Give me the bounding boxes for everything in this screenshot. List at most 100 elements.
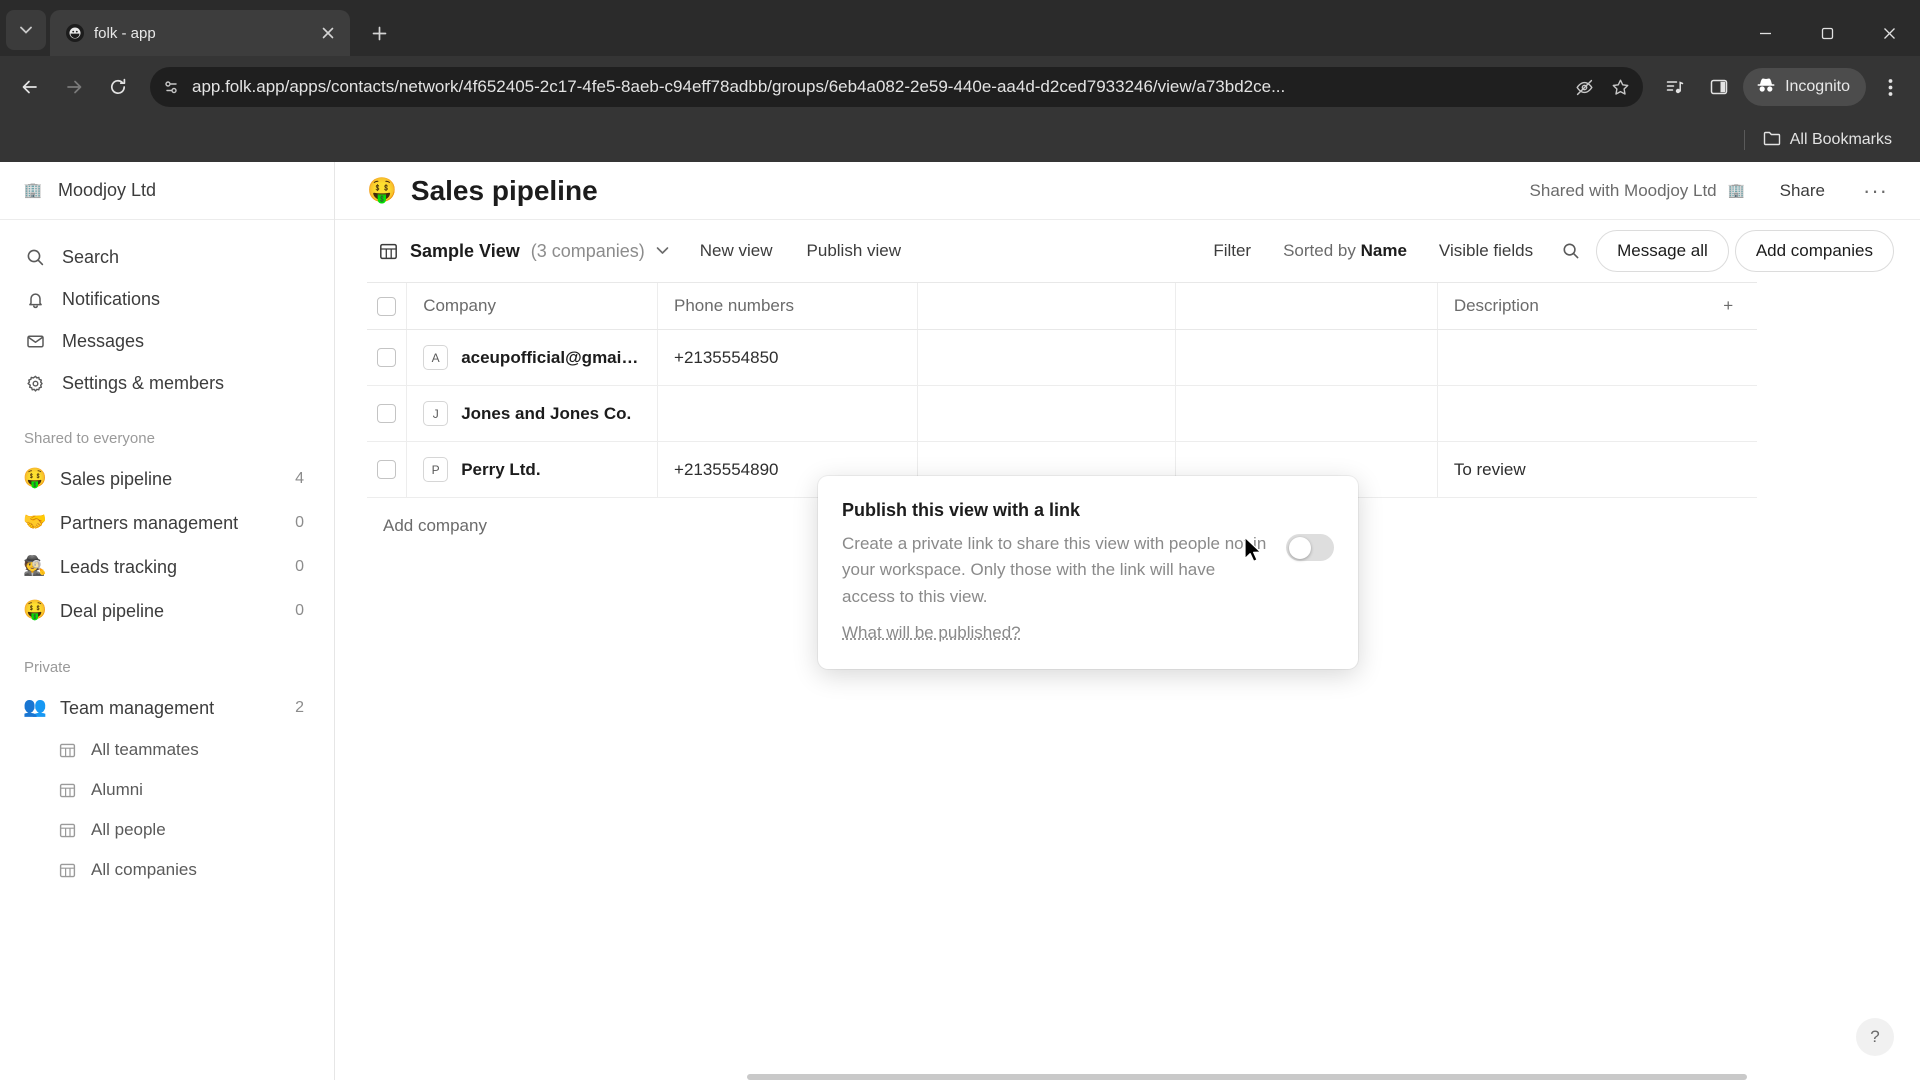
star-icon[interactable] [1605,72,1635,102]
publish-view-button[interactable]: Publish view [794,233,915,269]
sidebar-item-team-management[interactable]: 👥 Team management 2 [14,686,320,730]
publish-view-popover: Publish this view with a link Create a p… [818,476,1358,670]
sidebar-item-messages[interactable]: Messages [14,320,320,362]
select-all-checkbox[interactable] [377,296,397,316]
table-row[interactable]: A aceupofficial@gmail.c... +2135554850 [367,330,1757,386]
what-will-be-published-link[interactable]: What will be published? [842,623,1021,643]
horizontal-scrollbar[interactable] [747,1074,1747,1080]
sidebar-subitem-all-people[interactable]: All people [14,810,320,850]
browser-tab-title: folk - app [94,24,156,42]
search-icon[interactable] [1552,232,1590,270]
add-company-button[interactable]: Add company [367,498,503,554]
cell-description[interactable]: To review [1438,442,1700,497]
bell-icon [24,288,46,310]
sidebar-subitem-all-companies[interactable]: All companies [14,850,320,890]
cell-company[interactable]: P Perry Ltd. [407,442,659,497]
browser-tab[interactable]: folk - app [50,10,350,56]
more-options-button[interactable]: ··· [1857,179,1894,202]
view-record-count: (3 companies) [530,240,645,261]
shared-with-label: Shared with Moodjoy Ltd [1529,180,1717,200]
bookmarks-bar: All Bookmarks [0,118,1920,162]
window-minimize-button[interactable] [1734,10,1796,56]
column-header-phone-numbers[interactable]: Phone numbers [658,283,918,329]
filter-button[interactable]: Filter [1200,233,1264,269]
tab-close-icon[interactable] [316,21,340,45]
row-checkbox[interactable] [377,460,397,479]
add-column-button[interactable]: + [1699,283,1757,329]
forward-button[interactable] [54,67,94,107]
detective-emoji-icon: 🕵️ [23,556,47,577]
cell-phone[interactable] [658,386,918,441]
sidebar-item-count: 4 [295,470,304,487]
company-initial-badge: P [423,457,449,482]
sort-button[interactable]: Sorted by Name [1270,233,1420,269]
app-sidebar: 🏢 Moodjoy Ltd Search Notifications Messa… [0,162,335,1080]
row-select-cell [367,330,408,385]
row-checkbox[interactable] [377,404,397,423]
sidebar-subitem-all-teammates[interactable]: All teammates [14,730,320,770]
cell-description[interactable] [1438,386,1700,441]
cell-col3[interactable] [918,330,1177,385]
sidebar-item-label: Settings & members [62,372,225,393]
kebab-menu-icon[interactable] [1870,67,1910,107]
workspace-switcher[interactable]: 🏢 Moodjoy Ltd [0,162,334,220]
side-panel-icon[interactable] [1699,67,1739,107]
shared-with-indicator[interactable]: Shared with Moodjoy Ltd 🏢 [1530,180,1748,202]
message-all-button[interactable]: Message all [1596,230,1729,272]
cell-company[interactable]: A aceupofficial@gmail.c... [407,330,659,385]
address-bar[interactable]: app.folk.app/apps/contacts/network/4f652… [150,67,1644,107]
sidebar-subitem-label: All teammates [91,740,199,759]
sidebar-item-label: Sales pipeline [60,468,173,489]
eye-off-icon[interactable] [1569,72,1599,102]
row-checkbox[interactable] [377,348,397,367]
column-header-3[interactable] [918,283,1177,329]
media-control-icon[interactable] [1655,67,1695,107]
sidebar-subitem-alumni[interactable]: Alumni [14,770,320,810]
sidebar-subitem-label: All people [91,820,166,839]
view-name: Sample View [410,240,520,261]
sidebar-item-deal-pipeline[interactable]: 🤑 Deal pipeline 0 [14,589,320,633]
share-button[interactable]: Share [1770,174,1835,208]
table-row[interactable]: J Jones and Jones Co. [367,386,1757,442]
sidebar-item-notifications[interactable]: Notifications [14,278,320,320]
gear-icon [24,372,46,394]
column-header-company[interactable]: Company [407,283,659,329]
folder-icon [1763,130,1781,151]
sidebar-item-search[interactable]: Search [14,236,320,278]
browser-tab-strip: folk - app [0,0,1920,56]
sidebar-item-leads-tracking[interactable]: 🕵️ Leads tracking 0 [14,545,320,589]
cell-col4[interactable] [1176,330,1438,385]
all-bookmarks-button[interactable]: All Bookmarks [1755,126,1900,155]
sidebar-item-settings-members[interactable]: Settings & members [14,362,320,404]
incognito-indicator[interactable]: Incognito [1743,68,1866,106]
view-selector[interactable]: Sample View (3 companies) [367,233,679,269]
table-view-icon [377,240,399,262]
sidebar-group-private-label: Private [24,659,71,676]
visible-fields-button[interactable]: Visible fields [1426,233,1546,269]
add-companies-button[interactable]: Add companies [1734,230,1894,272]
cell-phone[interactable]: +2135554850 [658,330,918,385]
column-header-4[interactable] [1176,283,1438,329]
window-close-button[interactable] [1858,10,1920,56]
select-all-cell [367,283,408,329]
page-title-group[interactable]: 🤑 Sales pipeline [367,175,598,207]
cell-col4[interactable] [1176,386,1438,441]
new-view-button[interactable]: New view [687,233,786,269]
new-tab-button[interactable] [362,16,396,50]
row-end-spacer [1699,386,1757,441]
cell-company[interactable]: J Jones and Jones Co. [407,386,659,441]
window-maximize-button[interactable] [1796,10,1858,56]
cell-description[interactable] [1438,330,1700,385]
sidebar-item-sales-pipeline[interactable]: 🤑 Sales pipeline 4 [14,457,320,501]
tune-icon[interactable] [156,72,186,102]
publish-toggle[interactable] [1286,534,1334,561]
browser-navigation-bar: app.folk.app/apps/contacts/network/4f652… [0,56,1920,118]
sidebar-item-partners-management[interactable]: 🤝 Partners management 0 [14,501,320,545]
row-select-cell [367,442,408,497]
tab-search-chevron-icon[interactable] [6,10,46,50]
cell-col3[interactable] [918,386,1177,441]
help-button[interactable]: ? [1856,1018,1894,1056]
reload-button[interactable] [98,67,138,107]
column-header-description[interactable]: Description [1438,283,1700,329]
back-button[interactable] [10,67,50,107]
